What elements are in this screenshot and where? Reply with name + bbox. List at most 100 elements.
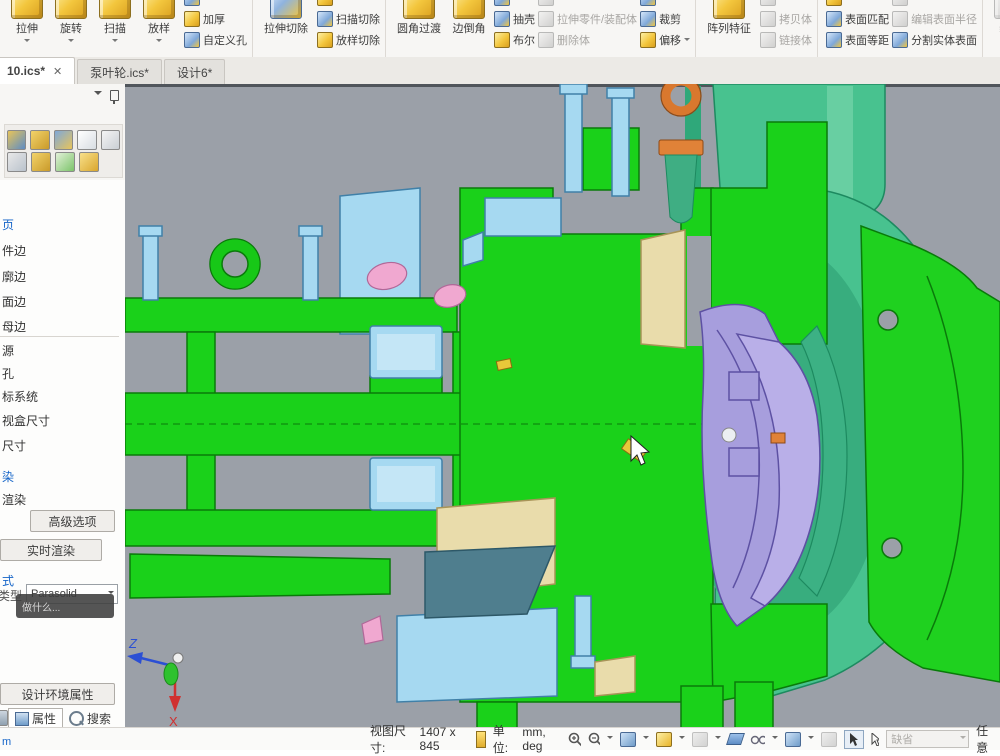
view-cube-yellow-icon[interactable] <box>656 732 672 747</box>
clipped-button[interactable] <box>184 0 247 8</box>
box-icon[interactable] <box>79 152 99 172</box>
display-option-edges[interactable]: 母边 <box>2 318 26 335</box>
prop-render-fragment[interactable]: 染 <box>2 468 14 485</box>
display-option-silhouette-edges[interactable]: 廓边 <box>2 268 26 285</box>
revolve-button[interactable]: 旋转 <box>49 0 93 45</box>
select-cursor-icon <box>849 733 859 746</box>
measure-icon[interactable] <box>31 152 51 172</box>
prop-coordinate-system[interactable]: 标系统 <box>2 388 38 405</box>
ribbon-group-pattern: 阵列特征 拷贝体 链接体 <box>696 0 818 58</box>
realtime-render-button[interactable]: 实时渲染 <box>0 539 102 561</box>
chevron-down-icon[interactable] <box>643 736 649 742</box>
extrude-cut-button[interactable]: 拉伸切除 <box>258 0 314 36</box>
clipped-icon <box>640 0 656 6</box>
tab-design6[interactable]: 设计6* <box>164 59 225 84</box>
thicken-icon <box>184 11 200 27</box>
pick-cursor-icon[interactable] <box>871 733 879 746</box>
pin-icon[interactable] <box>110 90 119 101</box>
clipped-icon <box>184 0 200 6</box>
clipped-button[interactable] <box>494 0 535 8</box>
fillet-icon <box>403 0 435 19</box>
tab-search[interactable]: 搜索 <box>63 709 117 728</box>
chevron-down-icon[interactable] <box>68 39 74 45</box>
prop-rendering[interactable]: 渲染 <box>2 491 26 508</box>
modify-column-2: 拉伸零件/装配体 删除体 <box>538 0 637 50</box>
chevron-down-icon[interactable] <box>715 736 721 742</box>
extrude-button[interactable]: 拉伸 <box>5 0 49 45</box>
page-icon[interactable] <box>101 130 120 150</box>
zoom-in-icon[interactable] <box>568 732 580 747</box>
tab-pump-impeller[interactable]: 泵叶轮.ics* <box>77 59 162 84</box>
close-icon[interactable]: ✕ <box>53 65 62 78</box>
chevron-down-icon[interactable] <box>679 736 685 742</box>
view-cube-blue-icon[interactable] <box>785 732 801 747</box>
pan-view-icon[interactable] <box>620 732 636 747</box>
clipped-button[interactable] <box>640 0 690 8</box>
units-value[interactable]: mm, deg <box>522 725 561 753</box>
edit-surface-radius-button: 编辑表面半径 <box>892 8 977 29</box>
chamfer-button[interactable]: 边倒角 <box>447 0 491 36</box>
prop-light-source[interactable]: 源 <box>2 342 14 359</box>
glasses-icon[interactable] <box>750 733 765 745</box>
filter-any-label[interactable]: 任意 <box>976 722 996 756</box>
display-option-fragment[interactable]: 页 <box>2 216 14 233</box>
offset-button[interactable]: 偏移 <box>640 29 690 50</box>
advanced-options-button[interactable]: 高级选项 <box>30 510 115 532</box>
clipped-button[interactable] <box>317 0 380 8</box>
prop-hole[interactable]: 孔 <box>2 365 14 382</box>
shield-icon[interactable] <box>54 130 73 150</box>
gear-icon[interactable] <box>30 130 49 150</box>
ribbon-toolbar: 拉伸 旋转 扫描 放样 加厚 自定义孔 <box>0 0 1000 58</box>
document-tab-bar: 10.ics* ✕ 泵叶轮.ics* 设计6* <box>0 57 1000 84</box>
loft-button[interactable]: 放样 <box>137 0 181 45</box>
display-option-part-edges[interactable]: 件边 <box>2 242 26 259</box>
copy-body-button: 拷贝体 <box>760 8 812 29</box>
select-cursor-button[interactable] <box>844 730 864 749</box>
walk-icon[interactable] <box>692 732 708 747</box>
prop-view-box-size[interactable]: 视盒尺寸 <box>2 412 50 429</box>
status-left-fragment[interactable]: m <box>2 736 11 748</box>
extrude-part-icon <box>538 11 554 27</box>
chevron-down-icon[interactable] <box>684 38 690 44</box>
boolean-button[interactable]: 布尔 <box>494 29 535 50</box>
fillet-button[interactable]: 圆角过渡 <box>391 0 447 36</box>
custom-hole-button[interactable]: 自定义孔 <box>184 29 247 50</box>
calculator-icon[interactable] <box>7 152 27 172</box>
split-solid-surface-button[interactable]: 分割实体表面 <box>892 29 977 50</box>
surface-match-button[interactable]: 表面匹配 <box>826 8 889 29</box>
shell-button[interactable]: 抽壳 <box>494 8 535 29</box>
chevron-down-icon[interactable] <box>112 39 118 45</box>
zoom-out-icon[interactable] <box>588 732 600 747</box>
chevron-down-icon[interactable] <box>156 39 162 45</box>
perspective-icon[interactable] <box>726 733 745 745</box>
display-option-face-edges[interactable]: 面边 <box>2 293 26 310</box>
trim-button[interactable]: 裁剪 <box>640 8 690 29</box>
chevron-down-icon[interactable] <box>808 736 814 742</box>
clipped-tab-icon[interactable] <box>0 710 8 726</box>
chevron-down-icon[interactable] <box>94 91 102 99</box>
discharge-flange[interactable] <box>861 226 1000 682</box>
chevron-down-icon[interactable] <box>24 39 30 45</box>
axis-triad-icon[interactable] <box>55 152 75 172</box>
eyebolt-boss <box>665 155 697 223</box>
prop-size[interactable]: 尺寸 <box>2 437 26 454</box>
shell-icon <box>494 11 510 27</box>
thicken-button[interactable]: 加厚 <box>184 8 247 29</box>
edit-page-icon[interactable] <box>77 130 96 150</box>
tab-10-ics[interactable]: 10.ics* ✕ <box>0 57 75 84</box>
ruler-icon[interactable] <box>476 731 486 748</box>
selection-filter-combo: 缺省 <box>886 730 969 748</box>
pattern-feature-button[interactable]: 阵列特征 <box>701 0 757 36</box>
sweep-button[interactable]: 扫描 <box>93 0 137 45</box>
chevron-down-icon[interactable] <box>607 736 613 742</box>
3d-viewport[interactable]: Z X <box>125 84 1000 728</box>
design-environment-properties-button[interactable]: 设计环境属性 <box>0 683 115 705</box>
clipped-button[interactable] <box>826 0 889 8</box>
chevron-down-icon[interactable] <box>772 736 778 742</box>
clipped-icon <box>760 0 776 6</box>
globe-icon[interactable] <box>7 130 26 150</box>
tab-properties[interactable]: 属性 <box>8 708 63 728</box>
surface-offset-button[interactable]: 表面等距 <box>826 29 889 50</box>
sweep-cut-button[interactable]: 扫描切除 <box>317 8 380 29</box>
loft-cut-button[interactable]: 放样切除 <box>317 29 380 50</box>
